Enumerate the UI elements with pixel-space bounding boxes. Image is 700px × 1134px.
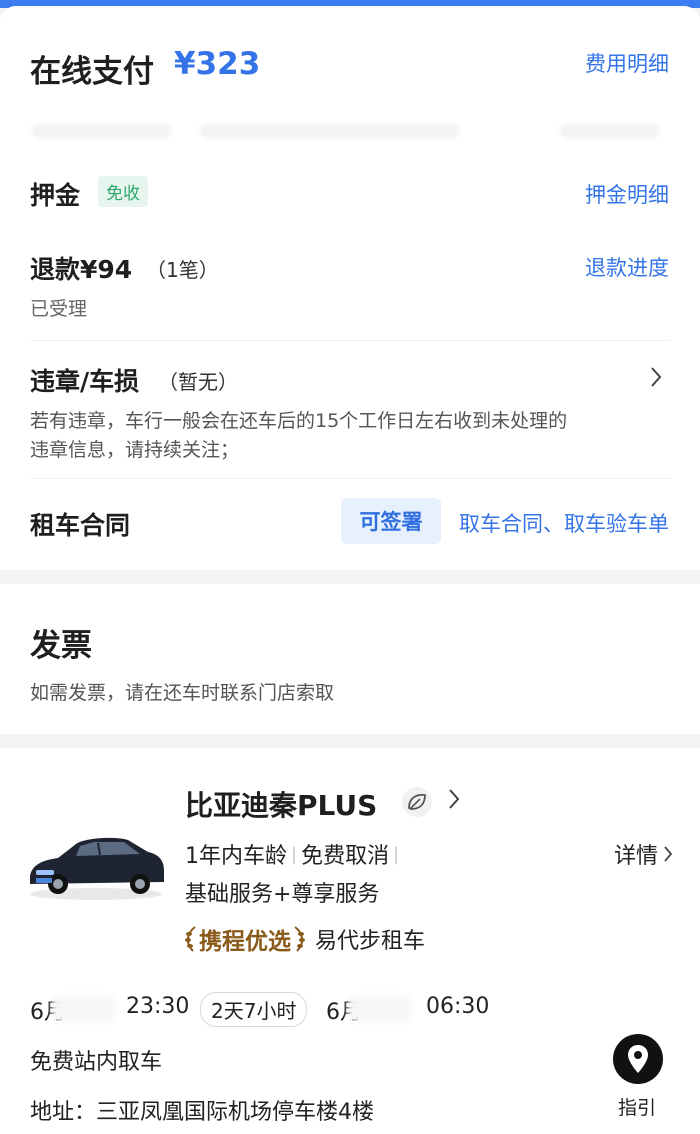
guide-button[interactable] [613, 1034, 663, 1084]
brand-label: 携程优选 [199, 929, 291, 955]
fee-detail-link[interactable]: 费用明细 [585, 48, 669, 78]
violation-note-line1: 若有违章，车行一般会在还车后的15个工作日左右收到未处理的 [30, 410, 568, 432]
redacted-text [560, 124, 660, 138]
laurel-icon [294, 926, 305, 952]
car-services: 基础服务+尊享服务 [185, 882, 380, 907]
invoice-note: 如需发票，请在还车时联系门店索取 [30, 682, 335, 704]
contract-title: 租车合同 [30, 511, 131, 540]
payment-title: 在线支付 [30, 54, 154, 90]
violation-note-line2: 违章信息，请持续关注； [30, 439, 240, 461]
order-fee-card: 在线支付 ¥323 费用明细 押金 免收 押金明细 退款¥94 （1笔） 已受理… [0, 6, 700, 570]
chevron-right-icon [664, 846, 673, 862]
car-tag-cancel: 免费取消 [301, 844, 390, 869]
tag-separator: | [393, 843, 400, 865]
refund-count: （1笔） [146, 258, 219, 282]
car-tag-age: 1年内车龄 [185, 844, 287, 869]
pickup-time: 23:30 [126, 994, 190, 1019]
redacted-date [52, 996, 114, 1022]
divider [30, 340, 670, 341]
rental-duration-pill: 2天7小时 [200, 992, 308, 1027]
laurel-icon [185, 926, 196, 952]
vendor-name: 易代步租车 [315, 929, 426, 954]
location-pin-icon [628, 1045, 648, 1073]
sign-contract-button[interactable]: 可签署 [341, 498, 441, 544]
tag-separator: | [291, 843, 298, 865]
brand-row: 携程优选 易代步租车 [183, 922, 425, 956]
chevron-right-icon[interactable] [648, 364, 664, 390]
deposit-waived-badge: 免收 [98, 176, 148, 207]
car-image [30, 837, 164, 900]
redacted-text [32, 124, 172, 138]
car-detail-label: 详情 [613, 844, 658, 869]
leaf-icon [402, 787, 432, 817]
redacted-date [348, 996, 410, 1022]
payment-amount: ¥323 [174, 46, 261, 82]
chevron-right-icon[interactable] [446, 786, 462, 812]
invoice-title: 发票 [30, 628, 92, 664]
car-info-card: 比亚迪秦PLUS 1年内车龄 | 免费取消 | 详情 基础服务+尊享服务 携程优… [0, 748, 700, 1134]
redacted-text [200, 124, 460, 138]
refund-status: 已受理 [30, 298, 88, 320]
car-tags: 1年内车龄 | 免费取消 | [185, 838, 403, 870]
car-name[interactable]: 比亚迪秦PLUS [185, 784, 377, 824]
deposit-title: 押金 [30, 181, 81, 210]
divider [30, 478, 670, 479]
guide-label[interactable]: 指引 [618, 1093, 656, 1120]
invoice-card: 发票 如需发票，请在还车时联系门店索取 [0, 584, 700, 734]
car-detail-link[interactable]: 详情 [614, 838, 674, 870]
deposit-detail-link[interactable]: 押金明细 [585, 179, 669, 209]
violation-title: 违章/车损 [30, 367, 140, 396]
store-address: 地址：三亚凤凰国际机场停车楼4楼 [30, 1100, 374, 1125]
ctrip-select-badge: 携程优选 [183, 922, 307, 956]
return-time: 06:30 [426, 994, 490, 1019]
contract-links[interactable]: 取车合同、取车验车单 [459, 508, 669, 538]
pickup-method: 免费站内取车 [30, 1050, 163, 1075]
violation-status: （暂无） [158, 370, 238, 394]
refund-title: 退款¥94 [30, 255, 133, 284]
refund-progress-link[interactable]: 退款进度 [585, 252, 669, 282]
